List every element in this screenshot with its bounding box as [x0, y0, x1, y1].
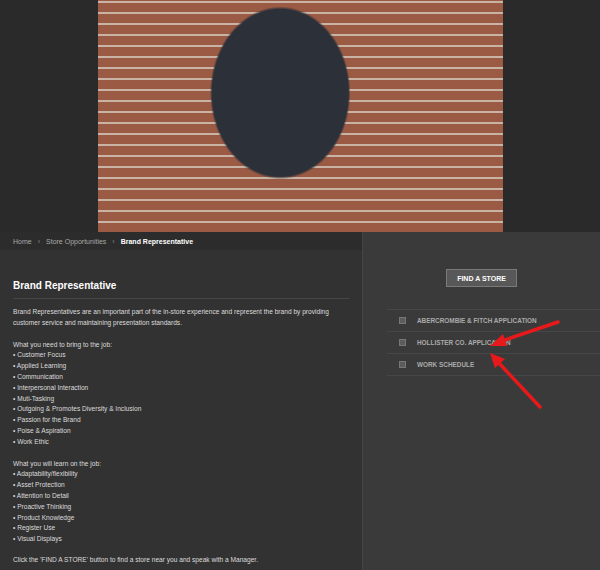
section-heading: What you will learn on the job: [13, 459, 349, 470]
job-title: Brand Representative [13, 280, 349, 299]
main-column: Home › Store Opportunities › Brand Represe… [0, 232, 362, 570]
section-item: • Outgoing & Promotes Diversity & Inclus… [13, 404, 349, 415]
section-item: • Customer Focus [13, 350, 349, 361]
career-page: Home › Store Opportunities › Brand Represe… [0, 0, 600, 570]
section-item: • Register Use [13, 523, 349, 534]
breadcrumb-item[interactable]: Home [13, 238, 32, 245]
bullet-square-icon [399, 339, 406, 346]
breadcrumb-item: Brand Representative [121, 238, 193, 245]
bullet-square-icon [399, 317, 406, 324]
red-arrow-icon [490, 322, 558, 346]
section-item: • Visual Displays [13, 534, 349, 545]
section-heading: What you need to bring to the job: [13, 340, 349, 351]
section-item: • Attention to Detail [13, 491, 349, 502]
section-item: • Interpersonal Interaction [13, 383, 349, 394]
section-item: • Communication [13, 372, 349, 383]
red-arrow-icon [490, 353, 540, 407]
breadcrumb-item[interactable]: Store Opportunities [46, 238, 106, 245]
job-description: Brand Representative Brand Representativ… [0, 250, 362, 566]
section-item: • Work Ethic [13, 437, 349, 448]
hero-area [0, 0, 600, 232]
section-item: • Proactive Thinking [13, 502, 349, 513]
section-item: • Product Knowledge [13, 513, 349, 524]
find-store-button[interactable]: FIND A STORE [446, 269, 517, 287]
section-item: • Adaptability/flexibility [13, 469, 349, 480]
lower-area: Home › Store Opportunities › Brand Represe… [0, 232, 600, 570]
sidebar-links: ABERCROMBIE & FITCH APPLICATION HOLLISTE… [363, 309, 600, 376]
job-section: What you will learn on the job: • Adapta… [13, 459, 349, 545]
section-item: • Poise & Aspiration [13, 426, 349, 437]
job-footer-note: Click the 'FIND A STORE' button to find … [13, 555, 349, 566]
bullet-square-icon [399, 361, 406, 368]
section-item: • Asset Protection [13, 480, 349, 491]
hero-photo [98, 0, 503, 232]
sidebar-link[interactable]: ABERCROMBIE & FITCH APPLICATION [387, 309, 600, 332]
job-intro: Brand Representatives are an important p… [13, 307, 349, 329]
sidebar: FIND A STORE ABERCROMBIE & FITCH APPLICA… [362, 232, 600, 570]
sidebar-link[interactable]: HOLLISTER CO. APPLICATION [387, 332, 600, 354]
section-item: • Muti-Tasking [13, 394, 349, 405]
section-item: • Passion for the Brand [13, 415, 349, 426]
section-item: • Applied Learning [13, 361, 349, 372]
sidebar-link[interactable]: WORK SCHEDULE [387, 354, 600, 376]
breadcrumb-separator: › [38, 238, 40, 245]
job-section: What you need to bring to the job: • Cus… [13, 340, 349, 448]
breadcrumb-separator: › [112, 238, 114, 245]
annotation-arrows-icon [0, 0, 600, 570]
breadcrumb: Home › Store Opportunities › Brand Represe… [0, 232, 362, 250]
